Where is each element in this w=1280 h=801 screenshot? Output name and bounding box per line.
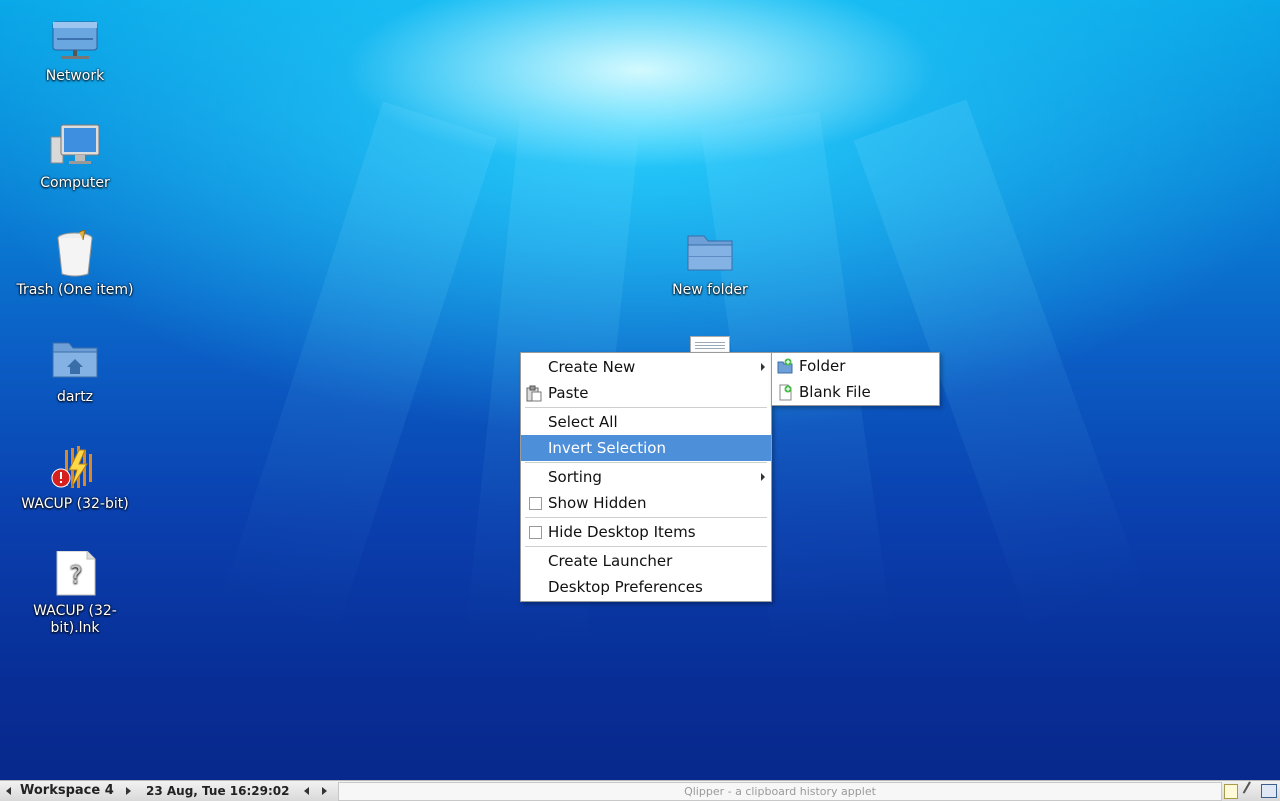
- wacup-icon: [49, 444, 101, 492]
- menu-item-select-all[interactable]: Select All: [521, 409, 771, 435]
- menu-item-label: Hide Desktop Items: [548, 523, 696, 541]
- desktop-icon-trash[interactable]: Trash (One item): [15, 229, 135, 299]
- desktop-icon-dartz[interactable]: dartz: [15, 337, 135, 406]
- taskbar: Workspace 4 23 Aug, Tue 16:29:02 Qlipper…: [0, 780, 1280, 801]
- clock[interactable]: 23 Aug, Tue 16:29:02: [146, 781, 289, 801]
- trash-icon: [49, 229, 101, 278]
- desktop-icon-computer[interactable]: Computer: [15, 123, 135, 192]
- menu-separator: [525, 546, 767, 547]
- hide-desktop-items-checkbox[interactable]: [529, 526, 542, 539]
- desktop-icon-wacup[interactable]: WACUP (32-bit): [15, 444, 135, 513]
- menu-item-sorting[interactable]: Sorting: [521, 464, 771, 490]
- desktop-context-menu: Create New Paste Select All Invert Selec…: [520, 352, 772, 602]
- desktop-icon-wacup-lnk[interactable]: ? WACUP (32- bit).lnk: [15, 550, 135, 637]
- svg-text:?: ?: [70, 561, 83, 589]
- workspace-switcher[interactable]: Workspace 4: [20, 781, 114, 801]
- submenu-arrow-icon: [761, 473, 765, 481]
- menu-item-create-new[interactable]: Create New: [521, 354, 771, 380]
- menu-item-label: Folder: [799, 357, 846, 375]
- workspace-next-icon[interactable]: [126, 787, 131, 795]
- clock-next-icon[interactable]: [322, 787, 327, 795]
- menu-item-invert-selection[interactable]: Invert Selection: [521, 435, 771, 461]
- new-folder-icon: [777, 357, 793, 374]
- menu-item-label: Create Launcher: [548, 552, 673, 570]
- menu-separator: [525, 407, 767, 408]
- desktop-icon-label: Trash (One item): [16, 282, 134, 298]
- desktop-icon-label: New folder: [672, 282, 748, 298]
- desktop-icon-label: Network: [45, 68, 105, 84]
- desktop-icon-label: dartz: [56, 389, 94, 405]
- folder-icon: [684, 230, 736, 278]
- desktop-icon-network[interactable]: Network: [15, 16, 135, 85]
- menu-item-label: Create New: [548, 358, 636, 376]
- menu-item-label: Select All: [548, 413, 618, 431]
- tray-tool-icon[interactable]: [1242, 781, 1262, 800]
- desktop-icon-label: WACUP (32- bit).lnk: [33, 603, 117, 636]
- menu-separator: [525, 462, 767, 463]
- create-new-submenu: Folder Blank File: [771, 352, 940, 406]
- home-folder-icon: [49, 337, 101, 385]
- tray-note-icon[interactable]: [1224, 784, 1238, 799]
- menu-item-paste[interactable]: Paste: [521, 380, 771, 406]
- menu-item-label: Invert Selection: [548, 439, 666, 457]
- file-lines-icon: [695, 342, 725, 343]
- desktop-icon-label: WACUP (32-bit): [21, 496, 129, 512]
- menu-item-label: Paste: [548, 384, 589, 402]
- submenu-item-blank-file[interactable]: Blank File: [772, 379, 939, 405]
- menu-item-show-hidden[interactable]: Show Hidden: [521, 490, 771, 516]
- workspace-prev-icon[interactable]: [6, 787, 11, 795]
- menu-item-label: Blank File: [799, 383, 871, 401]
- network-icon: [49, 16, 101, 64]
- desktop-icon-label: Computer: [40, 175, 110, 191]
- desktop-icon-new-folder[interactable]: New folder: [650, 230, 770, 299]
- submenu-arrow-icon: [761, 363, 765, 371]
- clipboard-applet[interactable]: Qlipper - a clipboard history applet: [338, 782, 1222, 801]
- menu-item-label: Desktop Preferences: [548, 578, 703, 596]
- clock-prev-icon[interactable]: [304, 787, 309, 795]
- menu-item-create-launcher[interactable]: Create Launcher: [521, 548, 771, 574]
- show-hidden-checkbox[interactable]: [529, 497, 542, 510]
- paste-icon: [526, 384, 542, 402]
- show-desktop-icon[interactable]: [1261, 784, 1277, 798]
- menu-item-label: Show Hidden: [548, 494, 647, 512]
- menu-item-hide-desktop-items[interactable]: Hide Desktop Items: [521, 519, 771, 545]
- menu-item-desktop-preferences[interactable]: Desktop Preferences: [521, 574, 771, 600]
- new-file-icon: [777, 383, 793, 401]
- menu-separator: [525, 517, 767, 518]
- computer-icon: [49, 123, 101, 171]
- submenu-item-folder[interactable]: Folder: [772, 353, 939, 379]
- unknown-file-icon: ?: [49, 550, 101, 599]
- menu-item-label: Sorting: [548, 468, 602, 486]
